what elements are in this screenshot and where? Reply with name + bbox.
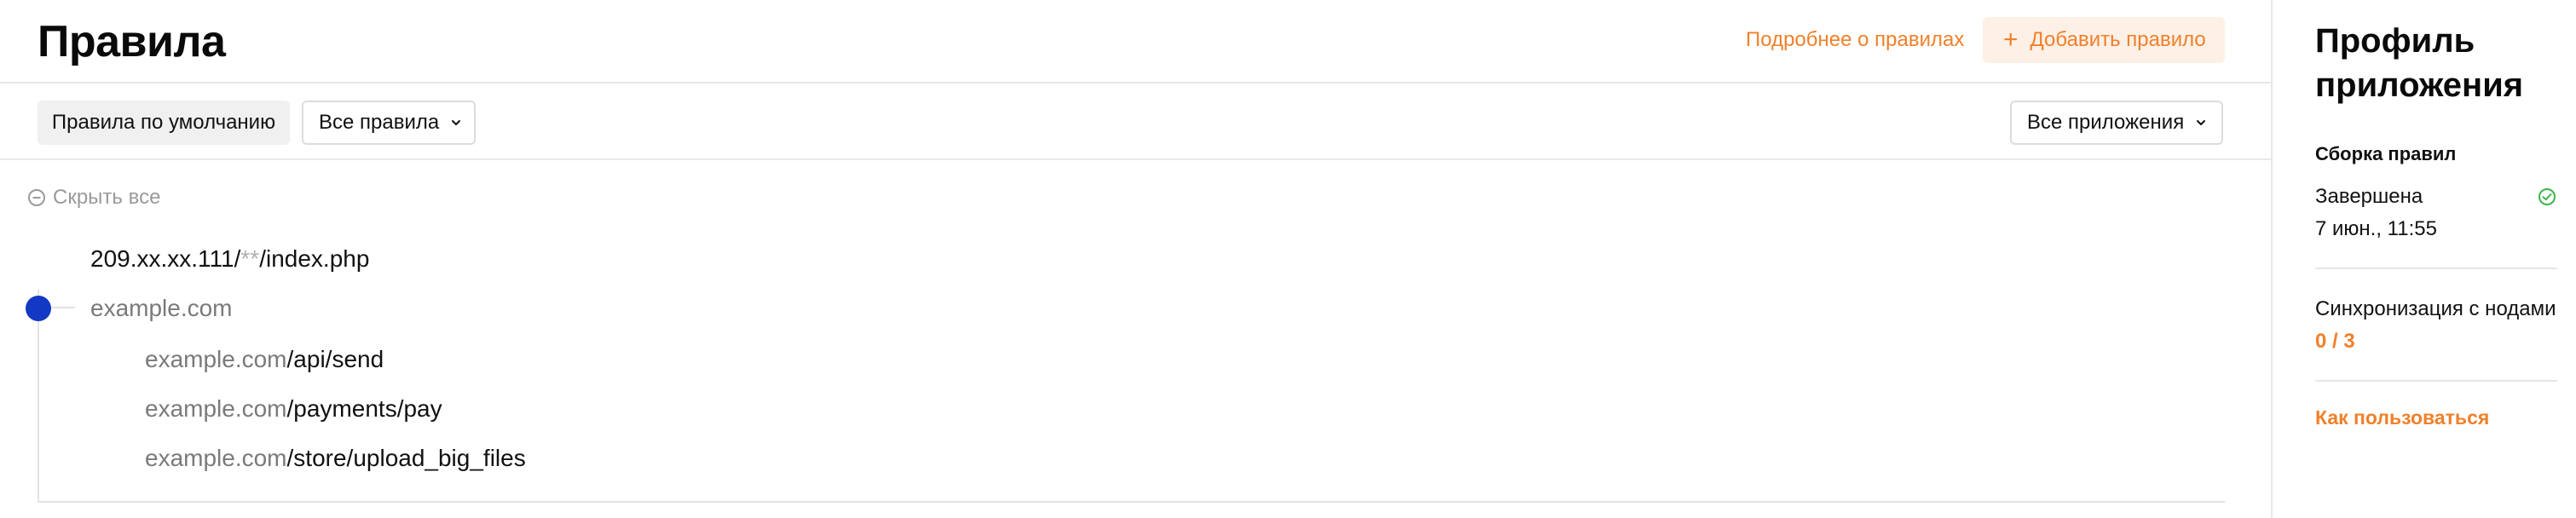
how-to-use-link[interactable]: Как пользоваться xyxy=(2315,404,2489,431)
collapse-all-button[interactable]: Скрыть все xyxy=(27,184,160,211)
rule-path: /api/send xyxy=(286,346,384,372)
rule-domain-group[interactable]: example.com xyxy=(90,291,233,325)
build-status: Завершена xyxy=(2315,185,2423,208)
rule-ip-index[interactable]: 209.xx.xx.111/**/index.php xyxy=(90,242,369,276)
rules-info-link[interactable]: Подробнее о правилах xyxy=(1746,26,1964,55)
rule-store-upload[interactable]: example.com/store/upload_big_files xyxy=(145,441,526,475)
rule-ip-wildcard: ** xyxy=(240,245,260,272)
apps-filter-value: Все приложения xyxy=(2027,111,2185,134)
build-date: 7 июн., 11:55 xyxy=(2315,217,2437,240)
app-profile-panel: Профиль приложения Сборка правил Заверше… xyxy=(2271,0,2576,518)
rule-domain: example.com xyxy=(145,346,287,372)
rule-domain: example.com xyxy=(145,395,287,422)
divider xyxy=(2315,380,2557,382)
tree-node-marker[interactable] xyxy=(26,296,51,321)
panel-title: Профиль приложения xyxy=(2315,22,2524,104)
sync-label: Синхронизация с нодами xyxy=(2315,297,2556,320)
check-circle-icon xyxy=(2538,188,2556,205)
rule-path: /payments/pay xyxy=(286,395,442,422)
tree-connector xyxy=(51,307,75,308)
collapse-all-label: Скрыть все xyxy=(53,186,161,209)
chevron-down-icon xyxy=(2197,120,2206,125)
filter-toolbar: Правила по умолчанию Все правила Все при… xyxy=(0,85,2271,160)
app-root: Правила Подробнее о правилах + Добавить … xyxy=(0,0,2576,518)
default-rules-button[interactable]: Правила по умолчанию xyxy=(38,101,290,145)
apps-filter-select[interactable]: Все приложения xyxy=(2010,101,2223,145)
sync-status: Синхронизация с нодами 0 / 3 xyxy=(2315,293,2562,358)
rule-domain: example.com xyxy=(90,295,233,321)
rule-payments-pay[interactable]: example.com/payments/pay xyxy=(145,392,442,426)
chevron-down-icon xyxy=(452,120,461,125)
rule-path: /store/upload_big_files xyxy=(286,445,526,471)
page-header: Правила Подробнее о правилах + Добавить … xyxy=(0,0,2271,83)
rule-ip-suffix: /index.php xyxy=(259,245,370,272)
rules-filter-value: Все правила xyxy=(319,111,440,134)
add-rule-label: Добавить правило xyxy=(2030,28,2206,51)
sync-count: 0 / 3 xyxy=(2315,330,2355,353)
rule-api-send[interactable]: example.com/api/send xyxy=(145,342,384,377)
rule-ip-prefix: 209.xx.xx.111/ xyxy=(90,245,241,272)
add-rule-button[interactable]: + Добавить правило xyxy=(1983,17,2225,63)
minus-circle-icon xyxy=(28,189,45,206)
divider xyxy=(2315,268,2557,269)
page-title: Правила xyxy=(38,17,226,66)
rules-filter-select[interactable]: Все правила xyxy=(302,101,476,145)
main-area: Правила Подробнее о правилах + Добавить … xyxy=(0,0,2271,518)
rule-domain: example.com xyxy=(145,445,287,471)
plus-icon: + xyxy=(2003,26,2019,54)
build-heading: Сборка правил xyxy=(2315,143,2457,164)
